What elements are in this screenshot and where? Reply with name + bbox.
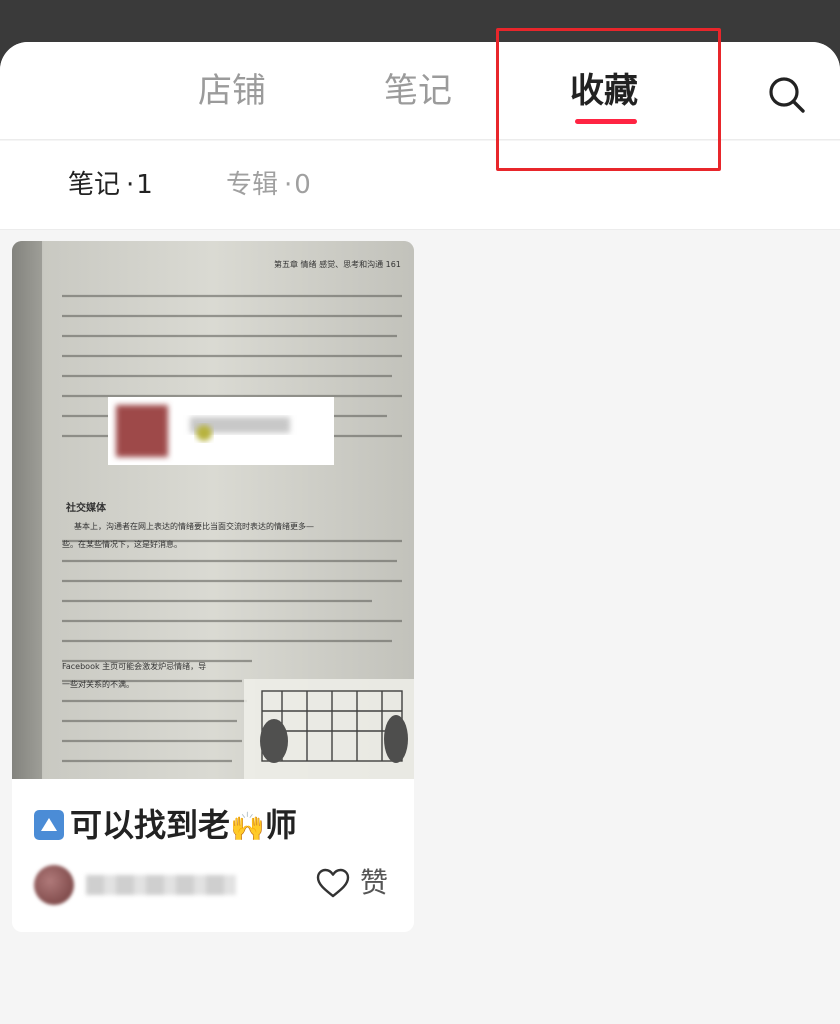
cover-heading-text: 社交媒体 bbox=[65, 501, 107, 514]
note-title: 可以找到老🙌师 bbox=[34, 803, 394, 847]
cover-line-2: 些。在某些情况下，这是好消息。 bbox=[62, 539, 182, 549]
tab-store[interactable]: 店铺 bbox=[198, 68, 266, 114]
subtab-albums-label: 专辑 bbox=[226, 170, 279, 200]
note-title-text: 可以找到老 bbox=[70, 806, 231, 844]
active-tab-indicator bbox=[575, 119, 637, 124]
subtab-albums-dot: · bbox=[284, 170, 293, 200]
collections-sheet: 店铺 笔记 收藏 笔记 ·1 专辑 ·0 第五章 情绪 感觉、思考和沟通 161… bbox=[0, 42, 840, 1024]
subtab-notes[interactable]: 笔记 ·1 bbox=[68, 167, 153, 203]
top-tab-bar: 店铺 笔记 收藏 bbox=[0, 42, 840, 140]
search-icon bbox=[769, 77, 805, 113]
up-triangle-button-icon bbox=[34, 810, 64, 840]
search-button[interactable] bbox=[762, 70, 812, 120]
tab-collections[interactable]: 收藏 bbox=[570, 68, 638, 114]
raising-hands-icon: 🙌 bbox=[230, 810, 265, 843]
note-author-row: 赞 bbox=[34, 861, 404, 905]
note-title-text-tail: 师 bbox=[264, 806, 297, 844]
author-name[interactable] bbox=[86, 875, 236, 895]
subtab-albums-count: 0 bbox=[294, 170, 311, 200]
subtab-notes-label: 笔记 bbox=[68, 170, 121, 200]
like-label: 赞 bbox=[360, 866, 389, 899]
cover-header-text: 第五章 情绪 感觉、思考和沟通 161 bbox=[274, 259, 401, 269]
subtab-notes-dot: · bbox=[126, 170, 135, 200]
subtab-notes-count: 1 bbox=[136, 170, 153, 200]
cover-line-3: Facebook 主页可能会激发炉忌情绪，导 bbox=[62, 661, 206, 671]
author-avatar[interactable] bbox=[34, 865, 74, 905]
note-card[interactable]: 第五章 情绪 感觉、思考和沟通 161 社交媒体 基本上，沟通者在网上表达的情绪… bbox=[12, 241, 414, 932]
sub-tab-bar: 笔记 ·1 专辑 ·0 bbox=[0, 141, 840, 230]
heart-outline-icon bbox=[316, 868, 350, 898]
note-cover-image: 第五章 情绪 感觉、思考和沟通 161 社交媒体 基本上，沟通者在网上表达的情绪… bbox=[12, 241, 414, 779]
cover-line-4: 一些对关系的不满。 bbox=[62, 679, 134, 689]
subtab-albums[interactable]: 专辑 ·0 bbox=[226, 167, 311, 203]
tab-notes[interactable]: 笔记 bbox=[384, 68, 452, 114]
cover-line-1: 基本上，沟通者在网上表达的情绪要比当面交流时表达的情绪更多— bbox=[74, 521, 314, 531]
